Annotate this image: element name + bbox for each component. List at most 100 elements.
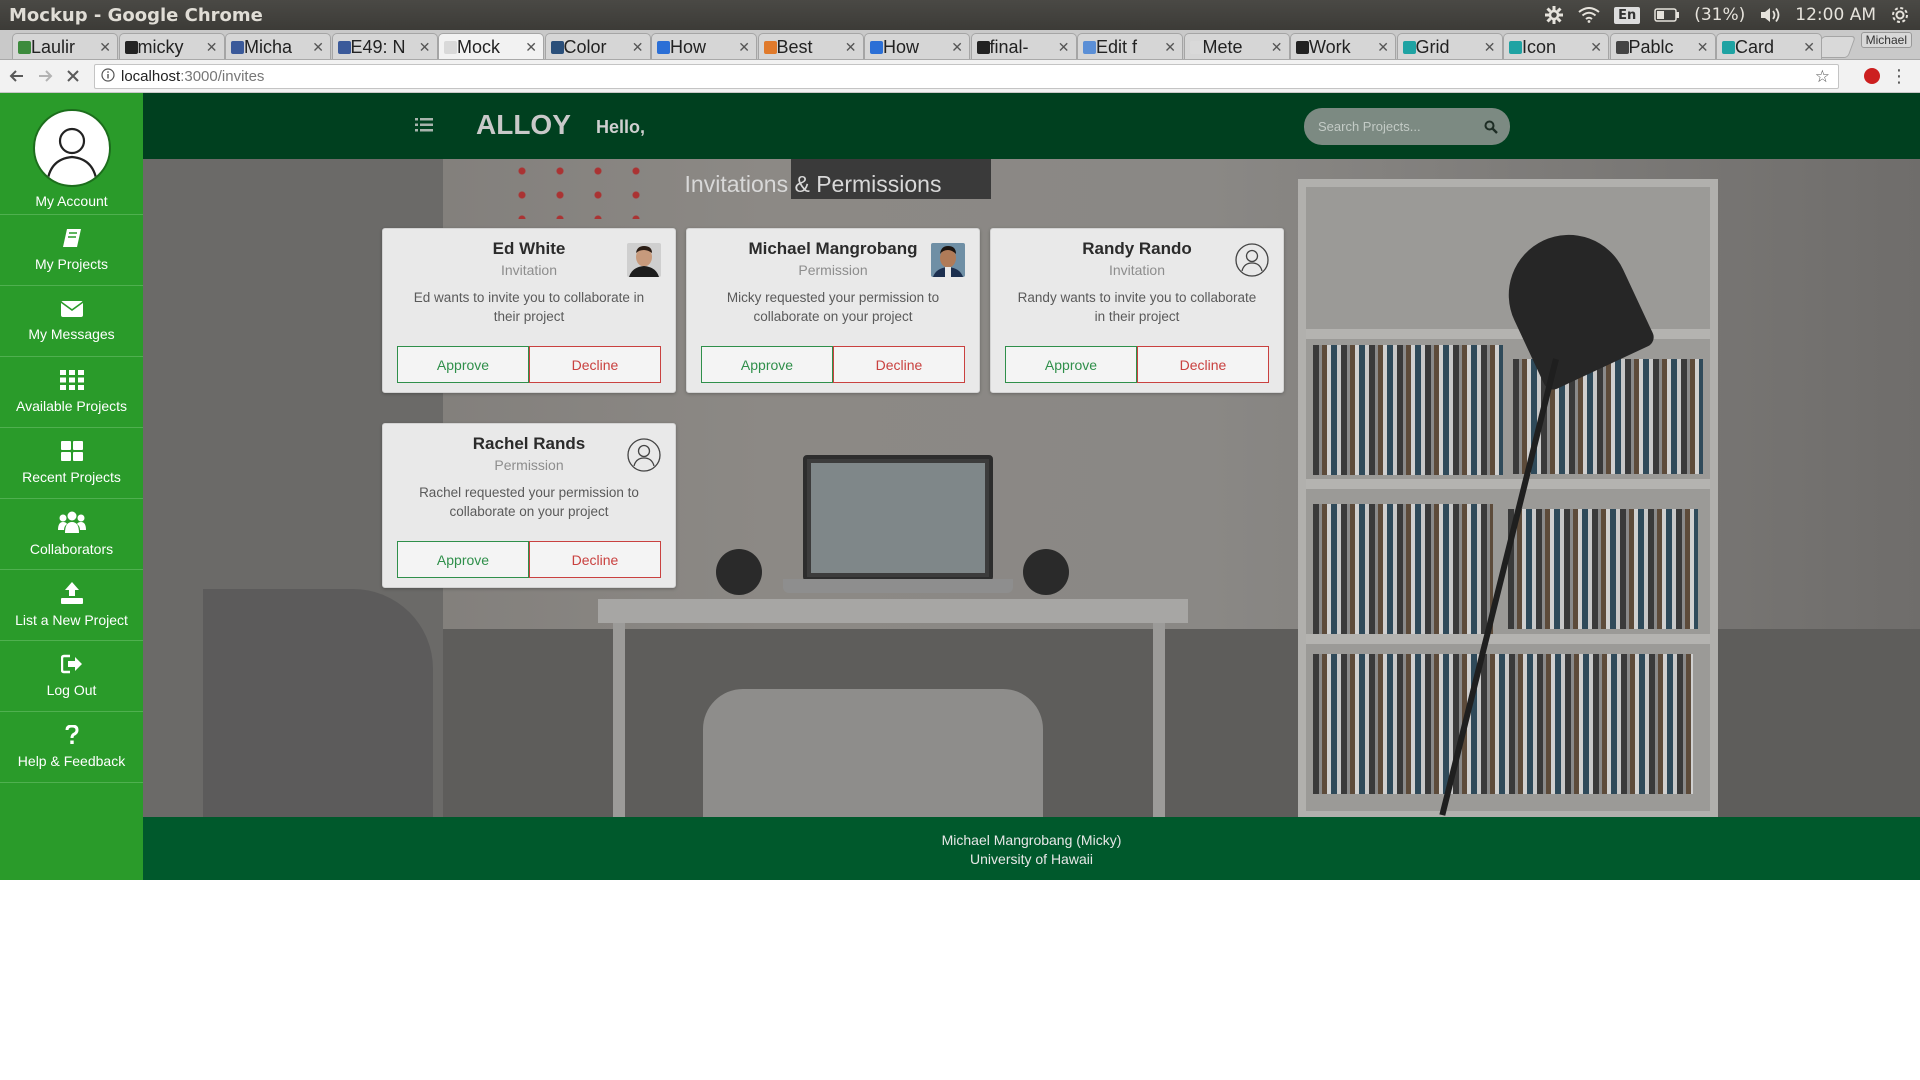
browser-menu-icon[interactable]: ⋮ [1890, 66, 1908, 87]
os-top-bar: Mockup - Google Chrome En (31%) 12:00 AM [0, 0, 1920, 30]
sidebar-item-label: Collaborators [29, 541, 114, 557]
tab-close-icon[interactable]: ✕ [1484, 39, 1496, 56]
question-icon [65, 725, 79, 745]
sidebar-item-my-projects[interactable]: My Projects [0, 215, 143, 286]
approve-button[interactable]: Approve [701, 346, 833, 383]
footer: Michael Mangrobang (Micky) University of… [143, 817, 1920, 880]
tab-close-icon[interactable]: ✕ [419, 39, 431, 56]
tab-close-icon[interactable]: ✕ [312, 39, 324, 56]
page-title: Invitations & Permissions [684, 171, 942, 197]
decline-button[interactable]: Decline [833, 346, 965, 383]
tab-close-icon[interactable]: ✕ [738, 39, 750, 56]
tab-close-icon[interactable]: ✕ [99, 39, 111, 56]
sidebar-item-my-messages[interactable]: My Messages [0, 286, 143, 357]
th-large-icon [60, 441, 83, 461]
invite-card: Michael Mangrobang Permission Micky requ… [686, 228, 980, 393]
browser-tab[interactable]: Laulir ✕ [12, 33, 118, 59]
book-icon [61, 228, 83, 248]
browser-tab[interactable]: Work ✕ [1290, 33, 1396, 59]
footer-author: Michael Mangrobang (Micky) [941, 832, 1122, 848]
search-icon[interactable] [1484, 119, 1498, 138]
forward-arrow-icon[interactable] [34, 65, 56, 87]
search-input[interactable] [1318, 119, 1478, 134]
approve-button[interactable]: Approve [397, 346, 529, 383]
tab-close-icon[interactable]: ✕ [632, 39, 644, 56]
browser-tab[interactable]: Pablc ✕ [1609, 33, 1716, 59]
tab-close-icon[interactable]: ✕ [1377, 39, 1389, 56]
sidebar-item-collaborators[interactable]: Collaborators [0, 499, 143, 570]
sidebar-item-recent-projects[interactable]: Recent Projects [0, 428, 143, 499]
user-placeholder-icon [627, 438, 661, 472]
browser-tab[interactable]: Mete ✕ [1183, 33, 1290, 59]
tab-favicon-icon [1509, 41, 1522, 54]
sidebar-item-log-out[interactable]: Log Out [0, 641, 143, 712]
invite-card: Ed White Invitation Ed wants to invite y… [382, 228, 676, 393]
browser-tab[interactable]: final- ✕ [970, 33, 1077, 59]
tab-favicon-icon [1083, 41, 1096, 54]
decline-button[interactable]: Decline [1137, 346, 1269, 383]
browser-tab[interactable]: How ✕ [864, 33, 970, 59]
tab-close-icon[interactable]: ✕ [1803, 39, 1815, 56]
tab-close-icon[interactable]: ✕ [1164, 39, 1176, 56]
invite-card: Randy Rando Invitation Randy wants to in… [990, 228, 1284, 393]
system-gear-icon[interactable] [1890, 5, 1910, 25]
card-description: Ed wants to invite you to collaborate in… [413, 290, 645, 324]
approve-button[interactable]: Approve [1005, 346, 1137, 383]
browser-tab[interactable]: E49: N ✕ [331, 33, 438, 59]
browser-tab[interactable]: Grid ✕ [1396, 33, 1503, 59]
clock[interactable]: 12:00 AM [1795, 5, 1876, 25]
wifi-icon[interactable] [1578, 7, 1600, 23]
sidebar-item-available-projects[interactable]: Available Projects [0, 357, 143, 428]
tab-close-icon[interactable]: ✕ [1271, 39, 1283, 56]
browser-tab[interactable]: Icon ✕ [1503, 33, 1609, 59]
top-navbar: ALLOY Hello, [143, 93, 1920, 159]
sidebar-item-help-feedback[interactable]: Help & Feedback [0, 712, 143, 783]
browser-tab[interactable]: Mock ✕ [438, 33, 544, 59]
tab-label: How [883, 36, 920, 57]
tab-close-icon[interactable]: ✕ [525, 39, 537, 56]
volume-icon[interactable] [1759, 6, 1781, 24]
sidebar: My Account My Projects My Messages Avail… [0, 93, 143, 880]
settings-gear-icon[interactable] [1544, 5, 1564, 25]
browser-tab[interactable]: Micha ✕ [225, 33, 331, 59]
address-bar[interactable]: localhost:3000/invites ☆ [94, 64, 1839, 89]
greeting: Hello, [596, 117, 646, 137]
tab-close-icon[interactable]: ✕ [206, 39, 218, 56]
tab-label: Best [776, 36, 813, 57]
url-host: localhost [121, 68, 181, 85]
opera-extension-icon[interactable] [1864, 68, 1880, 84]
tab-close-icon[interactable]: ✕ [1058, 39, 1070, 56]
tab-label: Grid [1415, 36, 1450, 57]
sidebar-item-list-new-project[interactable]: List a New Project [0, 570, 143, 641]
tab-close-icon[interactable]: ✕ [951, 39, 963, 56]
browser-tab[interactable]: micky ✕ [118, 33, 225, 59]
bookmark-star-icon[interactable]: ☆ [1815, 67, 1830, 87]
browser-tab[interactable]: Best ✕ [757, 33, 864, 59]
decline-button[interactable]: Decline [529, 541, 661, 578]
browser-tab[interactable]: Color ✕ [544, 33, 651, 59]
tab-close-icon[interactable]: ✕ [1590, 39, 1602, 56]
browser-tab[interactable]: Card ✕ [1716, 33, 1822, 59]
info-icon[interactable] [101, 67, 115, 86]
sidebar-item-my-account[interactable]: My Account [0, 93, 143, 215]
approve-button[interactable]: Approve [397, 541, 529, 578]
profile-button[interactable]: Michael [1860, 32, 1912, 48]
keyboard-layout-indicator[interactable]: En [1614, 6, 1641, 24]
users-icon [57, 511, 86, 533]
tab-close-icon[interactable]: ✕ [1697, 39, 1709, 56]
browser-tab[interactable]: Edit f ✕ [1077, 33, 1183, 59]
brand-logo[interactable]: ALLOY [476, 109, 571, 141]
tab-favicon-icon [1615, 41, 1629, 54]
tab-close-icon[interactable]: ✕ [845, 39, 857, 56]
menu-list-icon[interactable] [415, 117, 433, 137]
browser-toolbar: localhost:3000/invites ☆ ⋮ [0, 60, 1920, 93]
browser-tab[interactable]: How ✕ [651, 33, 757, 59]
footer-institution: University of Hawaii [970, 851, 1093, 867]
decline-button[interactable]: Decline [529, 346, 661, 383]
account-avatar-icon[interactable] [32, 109, 111, 187]
back-arrow-icon[interactable] [6, 65, 28, 87]
stop-loading-icon[interactable] [62, 65, 84, 87]
sidebar-item-label: Help & Feedback [17, 753, 126, 769]
tab-favicon-icon [1189, 41, 1203, 54]
battery-icon[interactable] [1654, 8, 1680, 22]
